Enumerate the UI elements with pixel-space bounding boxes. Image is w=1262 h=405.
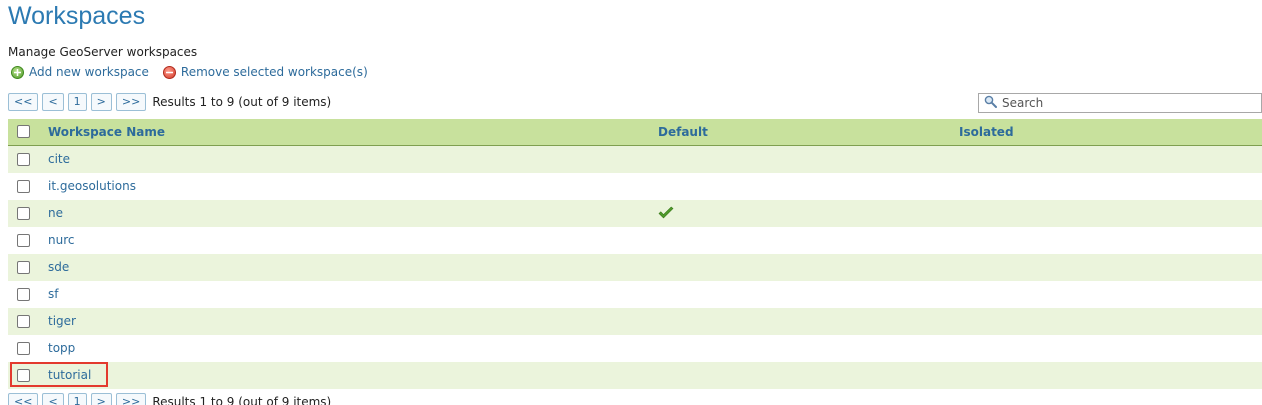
row-checkbox[interactable] <box>17 368 30 382</box>
table-row: tiger <box>8 308 1262 335</box>
header-isolated[interactable]: Isolated <box>959 119 1014 145</box>
table-row: sf <box>8 281 1262 308</box>
table-row: topp <box>8 335 1262 362</box>
workspace-name-link[interactable]: sf <box>48 281 58 308</box>
pager-first-button[interactable]: << <box>8 393 39 405</box>
workspace-name-link[interactable]: tutorial <box>48 362 91 389</box>
workspace-name-link[interactable]: topp <box>48 335 75 362</box>
pager-status: Results 1 to 9 (out of 9 items) <box>152 95 332 109</box>
pager-next-button[interactable]: > <box>90 393 112 405</box>
table-row: sde <box>8 254 1262 281</box>
row-checkbox[interactable] <box>17 152 30 166</box>
table-row: cite <box>8 146 1262 173</box>
pager-page-button[interactable]: 1 <box>67 393 87 405</box>
table-row: ne <box>8 200 1262 227</box>
table-row: nurc <box>8 227 1262 254</box>
row-checkbox[interactable] <box>17 206 30 220</box>
pager-page-button[interactable]: 1 <box>67 93 87 111</box>
row-checkbox[interactable] <box>17 233 30 247</box>
workspaces-table: Workspace Name Default Isolated cite it.… <box>8 119 1262 389</box>
add-icon <box>11 65 24 79</box>
page-subtitle: Manage GeoServer workspaces <box>8 45 198 59</box>
workspace-name-link[interactable]: ne <box>48 200 63 227</box>
header-workspace-name[interactable]: Workspace Name <box>48 119 165 145</box>
select-all-checkbox[interactable] <box>17 125 30 138</box>
row-checkbox[interactable] <box>17 179 30 193</box>
workspace-name-link[interactable]: it.geosolutions <box>48 173 136 200</box>
workspace-name-link[interactable]: cite <box>48 146 70 173</box>
row-checkbox[interactable] <box>17 260 30 274</box>
row-checkbox[interactable] <box>17 314 30 328</box>
pager-bottom: << < 1 > >> Results 1 to 9 (out of 9 ite… <box>8 393 331 405</box>
page-title: Workspaces <box>8 2 146 30</box>
pager-first-button[interactable]: << <box>8 93 39 111</box>
search-input[interactable] <box>1002 96 1242 110</box>
remove-workspace-label: Remove selected workspace(s) <box>180 65 368 79</box>
workspace-name-link[interactable]: nurc <box>48 227 74 254</box>
row-checkbox[interactable] <box>17 341 30 355</box>
workspace-name-link[interactable]: sde <box>48 254 69 281</box>
table-header: Workspace Name Default Isolated <box>8 119 1262 146</box>
header-default[interactable]: Default <box>658 119 708 145</box>
action-bar: Add new workspace Remove selected worksp… <box>11 65 368 79</box>
table-row: tutorial <box>8 362 1262 389</box>
search-box[interactable] <box>978 93 1262 113</box>
pager-prev-button[interactable]: < <box>42 93 64 111</box>
row-checkbox[interactable] <box>17 287 30 301</box>
pager-status: Results 1 to 9 (out of 9 items) <box>152 395 332 405</box>
default-check-icon <box>658 206 674 223</box>
table-row: it.geosolutions <box>8 173 1262 200</box>
add-workspace-link[interactable]: Add new workspace <box>11 65 149 79</box>
workspaces-page: Workspaces Manage GeoServer workspaces A… <box>0 0 1262 405</box>
pager-prev-button[interactable]: < <box>42 393 64 405</box>
workspace-name-link[interactable]: tiger <box>48 308 76 335</box>
pager-last-button[interactable]: >> <box>115 93 147 111</box>
remove-icon <box>162 65 176 79</box>
pager-top: << < 1 > >> Results 1 to 9 (out of 9 ite… <box>8 93 331 111</box>
remove-workspace-link[interactable]: Remove selected workspace(s) <box>162 65 368 79</box>
pager-last-button[interactable]: >> <box>115 393 147 405</box>
add-workspace-label: Add new workspace <box>29 65 149 79</box>
pager-next-button[interactable]: > <box>90 93 112 111</box>
search-icon <box>984 95 997 111</box>
